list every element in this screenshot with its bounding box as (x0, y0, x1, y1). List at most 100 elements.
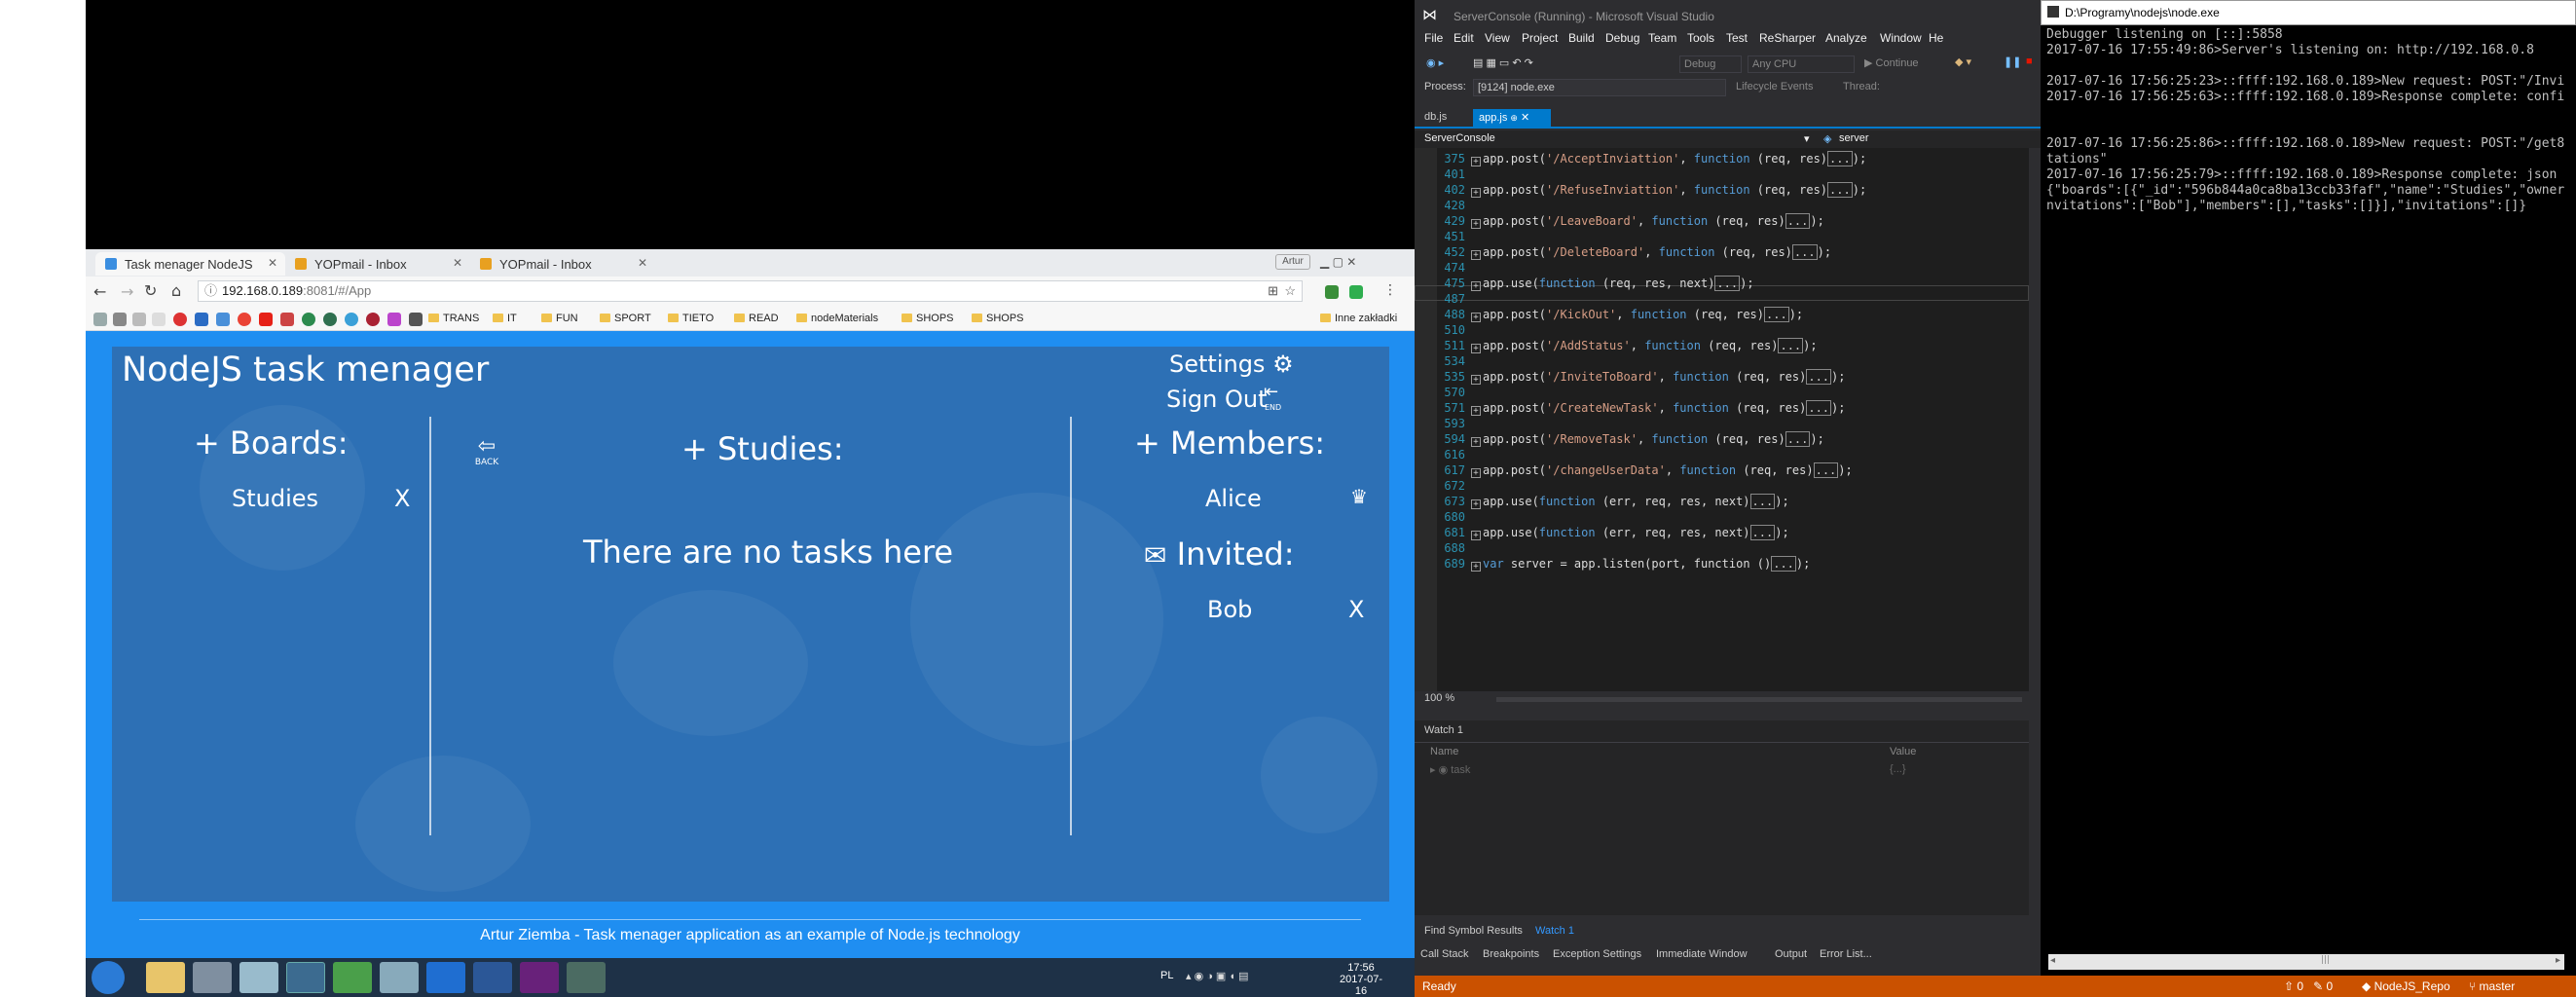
menu-file[interactable]: File (1424, 31, 1443, 45)
tasks-header[interactable]: + Studies: (681, 430, 843, 467)
bookmark-icon[interactable] (323, 313, 337, 326)
boards-header[interactable]: + Boards: (194, 425, 348, 462)
menu-analyze[interactable]: Analyze (1825, 31, 1867, 45)
console-output[interactable]: Debugger listening on [::]:5858 2017-07-1… (2046, 27, 2572, 952)
branch-label[interactable]: ⑂ master (2469, 976, 2515, 997)
expand-icon[interactable]: + (1471, 281, 1481, 291)
members-header[interactable]: + Members: (1134, 425, 1325, 462)
explorer-icon[interactable] (146, 962, 185, 993)
bookmark-folder-fun[interactable]: FUN (541, 313, 578, 324)
bookmark-folder-shops-1[interactable]: SHOPS (902, 313, 954, 324)
tab-output[interactable]: Output (1775, 948, 1807, 960)
clock[interactable]: 17:56 2017-07-16 (1337, 962, 1385, 997)
bookmark-folder-shops-2[interactable]: SHOPS (972, 313, 1024, 324)
internet-explorer-icon[interactable] (426, 962, 465, 993)
scroll-right-icon[interactable]: ▸ (2556, 955, 2560, 966)
reload-icon[interactable]: ↻ (144, 281, 157, 300)
tray-icons[interactable]: ▴ ◉ ◑ ▣ ◖ ▤ (1186, 970, 1248, 982)
translate-icon[interactable]: ⊞ (1268, 281, 1278, 301)
menu-window[interactable]: Window (1880, 31, 1922, 45)
expand-icon[interactable]: + (1471, 375, 1481, 385)
close-icon[interactable]: ✕ (453, 256, 462, 270)
visual-studio-icon[interactable] (520, 962, 559, 993)
collapsed-region[interactable]: ... (1785, 213, 1811, 229)
bookmark-folder-trans[interactable]: TRANS (428, 313, 479, 324)
collapsed-region[interactable]: ... (1806, 400, 1832, 416)
remove-board-button[interactable]: X (394, 485, 410, 512)
expand-icon[interactable]: + (1471, 531, 1481, 540)
zoom-level[interactable]: 100 % (1424, 692, 1454, 704)
bookmark-icon[interactable] (173, 313, 187, 326)
tab-db-js[interactable]: db.js (1424, 111, 1447, 123)
collapsed-region[interactable]: ... (1813, 462, 1839, 478)
collapsed-region[interactable]: ... (1749, 494, 1776, 509)
bookmark-icon[interactable] (113, 313, 127, 326)
home-icon[interactable]: ⌂ (171, 281, 181, 300)
menu-help[interactable]: He (1929, 31, 1943, 45)
tab-call-stack[interactable]: Call Stack (1420, 948, 1469, 960)
app-icon[interactable] (380, 962, 419, 993)
collapsed-region[interactable]: ... (1827, 182, 1853, 198)
tab-task-menager[interactable]: Task menager NodeJS ✕ (95, 252, 285, 276)
collapsed-region[interactable]: ... (1791, 244, 1818, 260)
nav-back-icon[interactable]: ◉ ▸ (1426, 56, 1444, 69)
start-button[interactable] (92, 961, 125, 994)
profile-badge[interactable]: Artur (1275, 254, 1310, 270)
bookmark-icon[interactable] (387, 313, 401, 326)
expand-icon[interactable]: + (1471, 188, 1481, 198)
app-icon[interactable] (239, 962, 278, 993)
tab-yopmail-2[interactable]: YOPmail - Inbox ✕ (470, 252, 655, 276)
pause-icon[interactable]: ❚❚ (2004, 55, 2021, 68)
dropdown-arrow-icon[interactable]: ▾ (1804, 132, 1810, 145)
bookmark-icon[interactable] (366, 313, 380, 326)
bookmark-icon[interactable] (238, 313, 251, 326)
collapsed-region[interactable]: ... (1785, 431, 1811, 447)
expand-icon[interactable]: + (1471, 562, 1481, 572)
continue-button[interactable]: ▶ Continue (1864, 56, 1919, 69)
bookmark-icon[interactable] (345, 313, 358, 326)
bookmark-icon[interactable] (302, 313, 315, 326)
platform-dropdown[interactable]: Any CPU (1748, 55, 1855, 73)
collapsed-region[interactable]: ... (1827, 151, 1853, 166)
expand-icon[interactable]: + (1471, 250, 1481, 260)
app-icon[interactable] (567, 962, 606, 993)
apps-icon[interactable] (93, 313, 107, 326)
watch-row[interactable]: ▸ ◉ task (1430, 763, 1470, 776)
toolbar-icons[interactable]: ▤ ▦ ▭ ↶ ↷ (1473, 56, 1533, 69)
menu-icon[interactable]: ⋮ (1383, 282, 1397, 298)
expand-icon[interactable]: + (1471, 437, 1481, 447)
tab-error-list[interactable]: Error List... (1820, 948, 1872, 960)
menu-tools[interactable]: Tools (1687, 31, 1714, 45)
expand-icon[interactable]: + (1471, 406, 1481, 416)
menu-team[interactable]: Team (1648, 31, 1676, 45)
tab-yopmail-1[interactable]: YOPmail - Inbox ✕ (285, 252, 470, 276)
collapsed-region[interactable]: ... (1778, 338, 1804, 353)
close-icon[interactable]: ✕ (268, 256, 277, 270)
sign-out-link[interactable]: Sign Out ⇤ END (1166, 382, 1281, 413)
close-icon[interactable]: ✕ (638, 256, 647, 270)
menu-resharper[interactable]: ReSharper (1759, 31, 1816, 45)
window-controls[interactable]: ▁ ▢ ✕ (1320, 255, 1356, 269)
collapsed-region[interactable]: ... (1714, 276, 1741, 291)
stop-icon[interactable]: ■ (2026, 55, 2033, 67)
repo-label[interactable]: ◆ NodeJS_Repo (2362, 976, 2450, 997)
bookmark-icon[interactable] (195, 313, 208, 326)
app-icon[interactable] (193, 962, 232, 993)
console-scrollbar[interactable]: ◂ ||| ▸ (2048, 954, 2564, 970)
expand-icon[interactable]: + (1471, 499, 1481, 509)
expand-icon[interactable]: + (1471, 468, 1481, 478)
tab-find-symbol-results[interactable]: Find Symbol Results (1424, 925, 1523, 937)
collapsed-region[interactable]: ... (1749, 525, 1776, 540)
forward-icon[interactable]: → (121, 282, 133, 301)
bookmark-folder-sport[interactable]: SPORT (600, 313, 651, 324)
address-bar[interactable]: ⓘ 192.168.0.189:8081/#/App ⊞ ☆ (198, 280, 1303, 302)
invite-member-button[interactable]: ✉ Invited: (1144, 535, 1295, 572)
bookmark-icon[interactable] (152, 313, 166, 326)
close-icon[interactable]: ✕ (1521, 112, 1529, 124)
process-dropdown[interactable]: [9124] node.exe (1473, 79, 1726, 96)
expand-icon[interactable]: + (1471, 313, 1481, 322)
toolbar-icons[interactable]: ◆ ▾ (1955, 55, 1971, 68)
expand-icon[interactable]: + (1471, 344, 1481, 353)
collapsed-region[interactable]: ... (1771, 556, 1796, 572)
cancel-invitation-button[interactable]: X (1348, 596, 1364, 623)
